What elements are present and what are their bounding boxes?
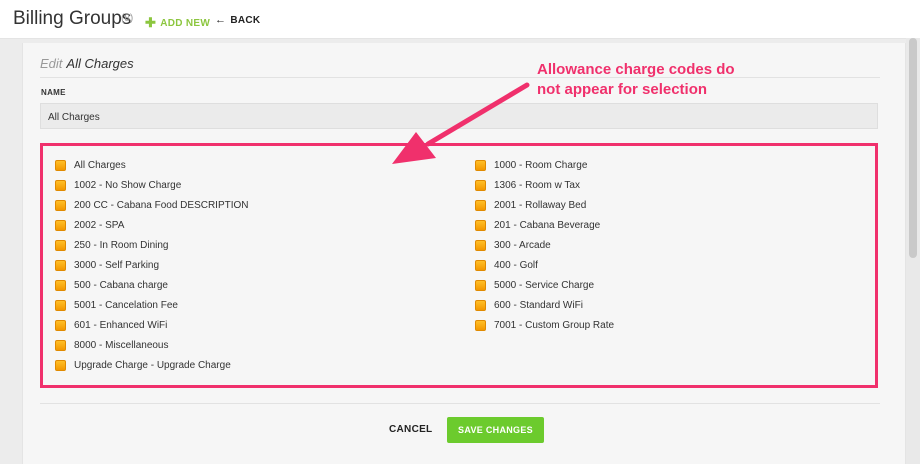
annotation-arrow-icon [392, 82, 530, 164]
